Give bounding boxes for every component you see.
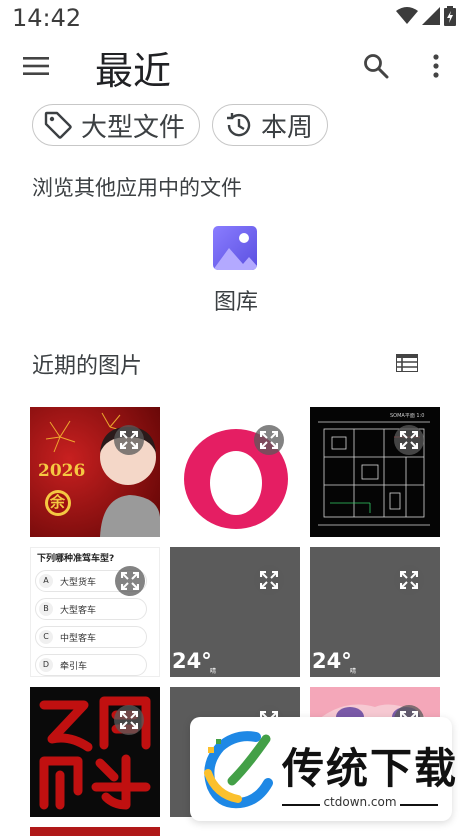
cad-title: SOMA平面 1:0 (390, 413, 425, 419)
temperature-text: 24° (172, 649, 212, 673)
app-gallery[interactable]: 图库 (196, 222, 276, 322)
weather-text: 晴 (210, 668, 217, 675)
status-bar: 14:42 (0, 0, 470, 36)
status-time: 14:42 (12, 4, 82, 32)
chip-large-files[interactable]: 大型文件 (32, 104, 201, 146)
weather-text: 晴 (350, 668, 357, 675)
temperature-text: 24° (312, 649, 352, 673)
quiz-option: B 大型客车 (35, 598, 147, 620)
image-thumbnail[interactable] (170, 407, 300, 537)
fullscreen-icon (400, 571, 418, 589)
quiz-question: 下列哪种准驾车型? (37, 554, 115, 564)
status-icons (396, 6, 456, 26)
browse-other-apps-heading: 浏览其他应用中的文件 (32, 176, 242, 200)
page-title: 最近 (95, 49, 172, 93)
chip-label: 大型文件 (81, 112, 186, 143)
expand-button[interactable] (114, 705, 144, 735)
quiz-option: D 牵引车 (35, 654, 147, 676)
list-view-toggle[interactable] (392, 348, 422, 378)
watermark-divider (400, 804, 438, 806)
option-key: D (39, 658, 53, 672)
image-thumbnail[interactable]: 24° 晴 (170, 547, 300, 677)
watermark-url: ctdown.com (323, 795, 397, 809)
battery-icon (444, 6, 456, 26)
image-thumbnail[interactable]: SOMA平面 1:0 (310, 407, 440, 537)
watermark-logo (204, 731, 273, 809)
history-icon (227, 113, 251, 137)
option-text: 牵引车 (60, 662, 88, 672)
signal-icon (422, 7, 440, 25)
expand-button[interactable] (394, 565, 424, 595)
search-icon (364, 54, 389, 79)
expand-button[interactable] (114, 425, 144, 455)
expand-button[interactable] (254, 425, 284, 455)
expand-button[interactable] (394, 425, 424, 455)
option-text: 中型客车 (60, 634, 97, 644)
expand-button[interactable] (115, 566, 145, 596)
top-app-bar: 最近 (0, 36, 470, 96)
menu-button[interactable] (16, 46, 56, 86)
option-key: B (39, 602, 53, 616)
fullscreen-icon (120, 711, 138, 729)
watermark-title: 传统下载 (282, 744, 459, 793)
tag-icon (44, 111, 72, 139)
fullscreen-icon (400, 431, 418, 449)
fu-text: 余 (50, 493, 66, 511)
fullscreen-icon (260, 431, 278, 449)
watermark-overlay: 传统下载 ctdown.com (190, 717, 456, 821)
option-key: C (39, 630, 53, 644)
option-text: 大型客车 (60, 606, 97, 616)
option-key: A (39, 574, 53, 588)
filter-chips: 大型文件 本周 (32, 104, 329, 146)
image-thumbnail[interactable]: 24° 晴 (310, 547, 440, 677)
wifi-icon (396, 7, 418, 24)
app-label: 图库 (213, 290, 258, 315)
expand-button[interactable] (254, 565, 284, 595)
quiz-option: C 中型客车 (35, 626, 147, 648)
list-view-icon (396, 354, 418, 372)
option-text: 大型货车 (60, 578, 97, 588)
fullscreen-icon (260, 571, 278, 589)
year-text: 2026 (38, 461, 86, 481)
image-thumbnail[interactable] (30, 827, 160, 836)
chip-this-week[interactable]: 本周 (212, 104, 329, 146)
image-thumbnail[interactable]: 下列哪种准驾车型? A 大型货车 B 大型客车 C 中型客车 D 牵引车 (30, 547, 160, 677)
more-vert-icon (433, 54, 439, 78)
gallery-icon (213, 226, 257, 270)
image-thumbnail[interactable] (30, 687, 160, 817)
fullscreen-icon (120, 431, 138, 449)
recent-images-heading: 近期的图片 (32, 354, 143, 379)
more-options-button[interactable] (418, 46, 454, 86)
image-thumbnail[interactable]: 2026 余 (30, 407, 160, 537)
search-button[interactable] (356, 46, 396, 86)
chip-label: 本周 (261, 112, 314, 143)
hamburger-menu-icon (23, 57, 49, 75)
fullscreen-icon (121, 572, 139, 590)
